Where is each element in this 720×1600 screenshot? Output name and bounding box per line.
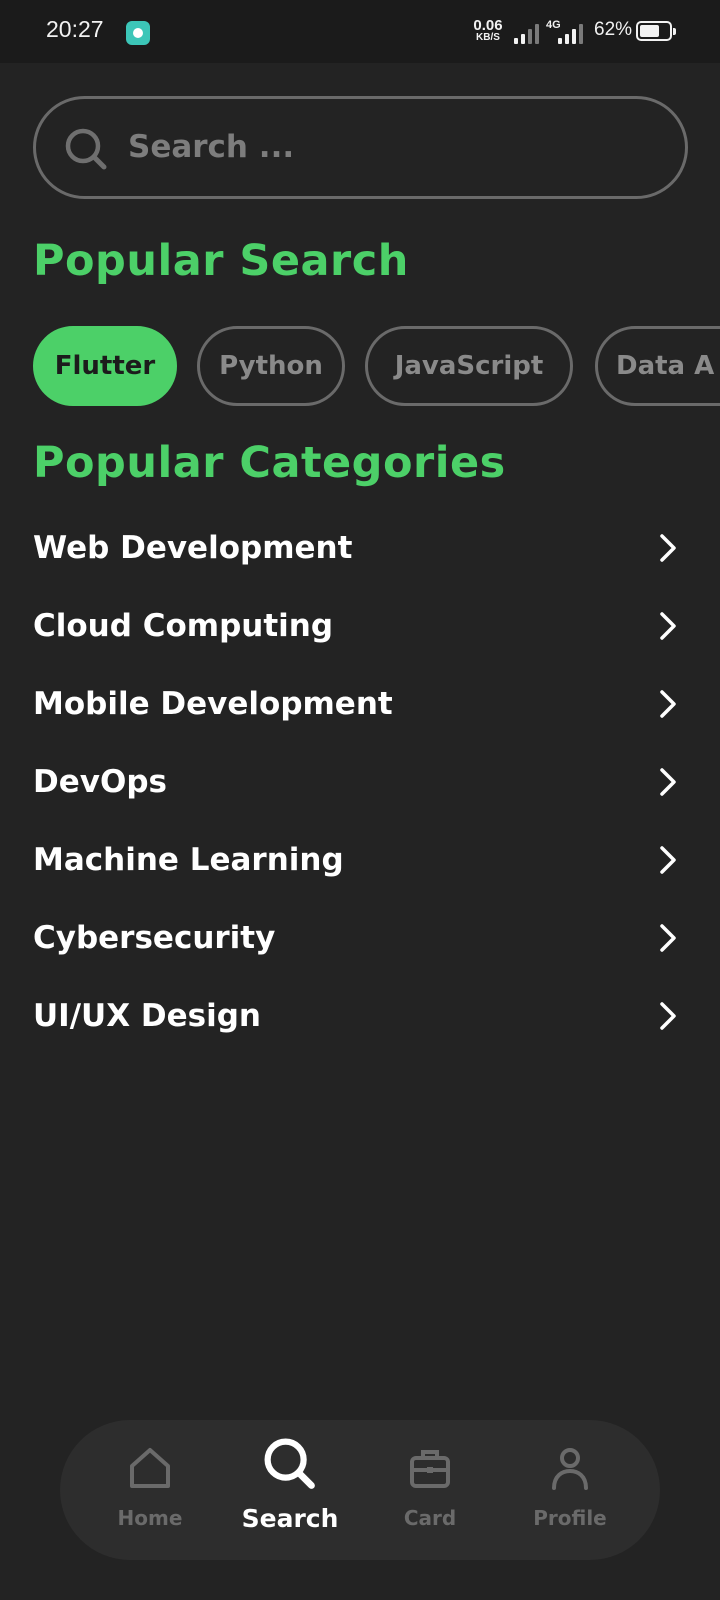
nav-label: Card xyxy=(403,1506,457,1530)
chip-python[interactable]: Python xyxy=(197,326,345,406)
popular-search-title: Popular Search xyxy=(33,236,409,286)
category-label: Cloud Computing xyxy=(33,608,334,644)
chevron-right-icon xyxy=(660,690,676,718)
nav-label: Profile xyxy=(533,1506,607,1530)
search-bar[interactable] xyxy=(33,96,688,199)
chevron-right-icon xyxy=(660,612,676,640)
category-item-cybersecurity[interactable]: Cybersecurity xyxy=(33,902,688,974)
category-label: Cybersecurity xyxy=(33,920,276,956)
category-label: DevOps xyxy=(33,764,167,800)
status-time: 20:27 xyxy=(46,16,104,42)
category-label: Machine Learning xyxy=(33,842,344,878)
category-item-devops[interactable]: DevOps xyxy=(33,746,688,818)
home-icon xyxy=(130,1448,170,1488)
popular-categories-title: Popular Categories xyxy=(33,438,506,488)
category-item-web-development[interactable]: Web Development xyxy=(33,512,688,584)
search-input[interactable] xyxy=(128,117,648,177)
search-icon xyxy=(65,128,107,170)
chevron-right-icon xyxy=(660,924,676,952)
signal-strength-icon xyxy=(514,20,544,44)
bottom-navigation: Home Search Card Profile xyxy=(60,1420,660,1560)
battery-icon xyxy=(636,21,676,41)
signal-strength-4g-icon xyxy=(558,20,588,44)
network-speed-value: 0.06 xyxy=(473,17,503,34)
network-speed-unit: KB/S xyxy=(476,32,500,43)
popular-search-chips: Flutter Python JavaScript Data A xyxy=(33,326,720,406)
chevron-right-icon xyxy=(660,1002,676,1030)
category-item-machine-learning[interactable]: Machine Learning xyxy=(33,824,688,896)
chip-data-analytics[interactable]: Data A xyxy=(595,326,720,406)
category-item-cloud-computing[interactable]: Cloud Computing xyxy=(33,590,688,662)
category-item-ui-ux-design[interactable]: UI/UX Design xyxy=(33,980,688,1052)
chip-label: Data A xyxy=(616,351,715,381)
chevron-right-icon xyxy=(660,846,676,874)
nav-item-home[interactable]: Home xyxy=(80,1420,220,1560)
network-speed: 0.06 KB/S xyxy=(470,18,506,43)
chip-label: Flutter xyxy=(54,351,156,381)
category-label: UI/UX Design xyxy=(33,998,261,1034)
status-indicators: 0.06 KB/S 4G 62% xyxy=(440,0,720,63)
nav-item-search[interactable]: Search xyxy=(220,1420,360,1560)
nav-label: Search xyxy=(241,1504,339,1533)
chevron-right-icon xyxy=(660,768,676,796)
chip-flutter[interactable]: Flutter xyxy=(33,326,177,406)
chip-javascript[interactable]: JavaScript xyxy=(365,326,573,406)
category-label: Mobile Development xyxy=(33,686,393,722)
nav-item-card[interactable]: Card xyxy=(360,1420,500,1560)
nav-item-profile[interactable]: Profile xyxy=(500,1420,640,1560)
search-icon xyxy=(264,1438,315,1489)
chip-label: JavaScript xyxy=(394,351,544,381)
category-label: Web Development xyxy=(33,530,353,566)
notification-app-icon xyxy=(126,21,150,45)
status-bar: 20:27 0.06 KB/S 4G 62% xyxy=(0,0,720,63)
briefcase-icon xyxy=(410,1450,450,1488)
category-item-mobile-development[interactable]: Mobile Development xyxy=(33,668,688,740)
profile-icon xyxy=(552,1448,588,1490)
nav-label: Home xyxy=(117,1506,183,1530)
chip-label: Python xyxy=(219,351,323,381)
chevron-right-icon xyxy=(660,534,676,562)
battery-percent: 62% xyxy=(594,19,633,40)
